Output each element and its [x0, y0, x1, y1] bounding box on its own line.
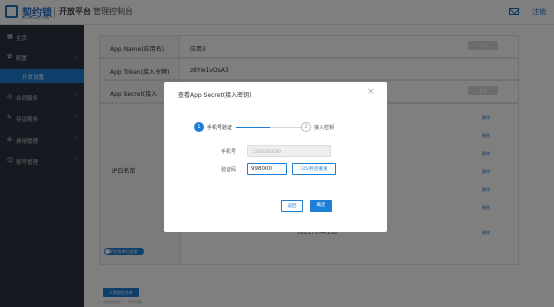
- phone-label: 手机号: [221, 149, 237, 155]
- view-secret-modal: 查看App Secret(接入密钥) × 1 手机号验证 2 接入密钥 手机号 …: [164, 82, 387, 232]
- back-button[interactable]: 返回: [281, 200, 303, 212]
- code-label: 验证码: [221, 167, 237, 173]
- modal-title: 查看App Secret(接入密钥): [178, 92, 252, 99]
- step-2-indicator: 2: [301, 122, 311, 132]
- resend-code-button[interactable]: (35)秒后重发: [292, 163, 336, 175]
- step-progress-line: [236, 127, 270, 128]
- step-1-label: 手机号验证: [207, 125, 233, 131]
- phone-field: 13635592280: [247, 145, 331, 157]
- step-progress-line-pending: [270, 127, 301, 128]
- step-1-indicator: 1: [194, 122, 204, 132]
- confirm-button[interactable]: 确定: [310, 200, 332, 212]
- step-2-label: 接入密钥: [314, 125, 335, 131]
- verification-code-input[interactable]: 998000: [247, 163, 287, 175]
- close-icon[interactable]: ×: [367, 88, 375, 97]
